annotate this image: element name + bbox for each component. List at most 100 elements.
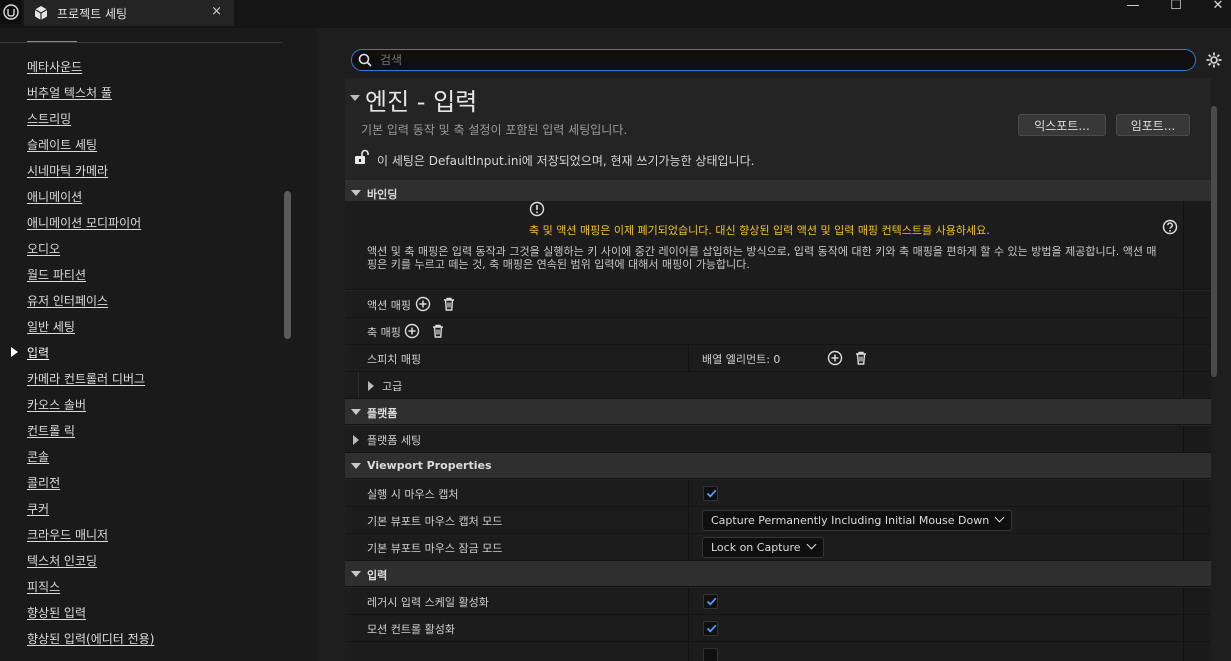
trash-icon[interactable] [430,323,446,339]
platform-settings-row[interactable]: 플랫폼 세팅 [345,426,1211,453]
row-reset-strip [1183,642,1211,661]
dropdown-value: Lock on Capture [711,541,801,554]
checkmark-icon [706,489,717,498]
close-tab-icon[interactable]: × [211,4,222,19]
sidebar-item[interactable]: 유저 인터페이스 [27,292,108,312]
row-reset-strip [1183,534,1211,560]
sidebar-item[interactable]: 쿠커 [27,500,49,520]
column-divider [688,588,689,614]
main-scrollbar[interactable] [1211,106,1217,377]
page-title: 엔진 - 입력 [365,88,478,116]
row-reset-strip [1183,291,1211,317]
category-platform[interactable]: 플랫폼 [345,399,1211,425]
export-button[interactable]: 익스포트... [1018,114,1106,136]
column-divider [688,534,689,560]
sidebar-item[interactable]: 메타사운드 [27,58,82,78]
row-reset-strip [1183,615,1211,641]
mouse-capture-mode-row: 기본 뷰포트 마우스 캡처 모드 Capture Permanently Inc… [345,507,1211,534]
action-mappings-row: 액션 매핑 [345,291,1211,318]
sidebar-item[interactable]: 오디오 [27,240,60,260]
sidebar-item[interactable]: 콘솔 [27,448,49,468]
sidebar-item[interactable]: 시네마틱 카메라 [27,162,108,182]
sidebar-item[interactable]: 향상된 입력(에디터 전용) [27,630,154,650]
row-reset-strip [1183,201,1211,289]
trash-icon[interactable] [441,296,457,312]
settings-main-panel: 엔진 - 입력 기본 입력 동작 및 축 설정이 포함된 입력 세팅입니다. 익… [318,28,1231,661]
project-settings-tab[interactable]: 프로젝트 세팅 × [24,0,234,26]
sidebar-item[interactable]: 콜리전 [27,474,60,494]
tab-title: 프로젝트 세팅 [57,7,128,21]
sidebar-item[interactable]: 컨트롤 릭 [27,422,75,442]
sidebar-item[interactable]: 슬레이트 세팅 [27,136,97,156]
maximize-button[interactable]: ☐ [1156,0,1196,14]
motion-controls-row: 모션 컨트롤 활성화 [345,615,1211,642]
sidebar-item[interactable]: 카메라 컨트롤러 디버그 [27,370,145,390]
sidebar-item[interactable]: 피직스 [27,578,60,598]
expand-arrow-icon[interactable] [353,435,359,445]
sidebar-item[interactable]: 향상된 입력 [27,604,86,624]
checkmark-icon [706,624,717,633]
advanced-label: 고급 [382,380,403,393]
add-icon[interactable] [415,296,431,312]
capture-mouse-on-launch-checkbox[interactable] [703,486,718,501]
sidebar-item[interactable]: 크라우드 매니저 [27,526,108,546]
import-button[interactable]: 임포트... [1116,114,1190,136]
sidebar-item[interactable]: 일반 세팅 [27,318,75,338]
add-icon[interactable] [404,323,420,339]
sidebar-item[interactable]: 버추얼 텍스처 풀 [27,84,112,104]
collapse-arrow-icon [351,190,361,196]
minimize-button[interactable]: — [1113,0,1153,14]
mouse-lock-mode-dropdown[interactable]: Lock on Capture [702,537,824,558]
mouse-capture-mode-label: 기본 뷰포트 마우스 캡처 모드 [367,515,503,528]
add-icon[interactable] [827,350,843,366]
sidebar-item[interactable]: 애니메이션 모디파이어 [27,214,141,234]
column-divider [688,345,689,371]
speech-mappings-row: 스피치 매핑 배열 엘리먼트: 0 [345,345,1211,372]
row-reset-strip [1183,345,1211,371]
sidebar-item[interactable]: 텍스처 인코딩 [27,552,97,572]
trash-icon[interactable] [853,350,869,366]
sidebar-scrollbar[interactable] [284,191,291,339]
category-input[interactable]: 입력 [345,561,1211,587]
clipped-checkbox[interactable] [703,648,718,661]
legacy-input-scale-checkbox[interactable] [703,594,718,609]
collapse-arrow-icon[interactable] [350,95,360,101]
sidebar-item[interactable]: 애니메이션 [27,188,82,208]
motion-controls-label: 모션 컨트롤 활성화 [367,623,455,636]
axis-mappings-row: 축 매핑 [345,318,1211,345]
speech-mappings-label: 스피치 매핑 [367,353,422,366]
bindings-info-text: 액션 및 축 매핑은 입력 동작과 그것을 실행하는 키 사이에 중간 레이어를… [367,245,1157,271]
chevron-down-icon [806,539,816,550]
row-reset-strip [1183,588,1211,614]
help-icon[interactable] [1162,219,1178,235]
search-box[interactable] [351,49,1196,71]
close-window-button[interactable]: ✕ [1198,0,1231,14]
motion-controls-checkbox[interactable] [703,621,718,636]
capture-mouse-on-launch-row: 실행 시 마우스 캡처 [345,480,1211,507]
clipped-row [345,642,1211,661]
expand-arrow-icon[interactable] [368,381,374,391]
unlock-icon [355,149,369,164]
axis-mappings-label: 축 매핑 [367,326,401,339]
gear-icon[interactable] [1205,51,1223,69]
column-divider [688,480,689,506]
platform-settings-label: 플랫폼 세팅 [367,434,422,447]
category-label: 플랫폼 [367,407,398,420]
sidebar-item[interactable]: 스트리밍 [27,110,71,130]
search-input[interactable] [380,52,1180,68]
row-reset-strip [1183,426,1211,452]
sidebar-item[interactable]: 월드 파티션 [27,266,86,286]
column-divider [688,507,689,533]
row-reset-strip [1183,480,1211,506]
sidebar-item[interactable]: 입력 [27,344,49,364]
mouse-capture-mode-dropdown[interactable]: Capture Permanently Including Initial Mo… [702,510,1013,531]
advanced-row[interactable]: 고급 [345,372,1211,399]
collapse-arrow-icon [351,409,361,415]
sidebar-item[interactable]: 카오스 솔버 [27,396,86,416]
collapse-arrow-icon [351,571,361,577]
unreal-logo-icon[interactable] [0,0,22,24]
category-viewport-properties[interactable]: Viewport Properties [345,453,1211,479]
legacy-input-scale-label: 레거시 입력 스케일 활성화 [367,596,489,609]
chevron-down-icon [994,512,1005,523]
category-label: 바인딩 [367,188,398,201]
